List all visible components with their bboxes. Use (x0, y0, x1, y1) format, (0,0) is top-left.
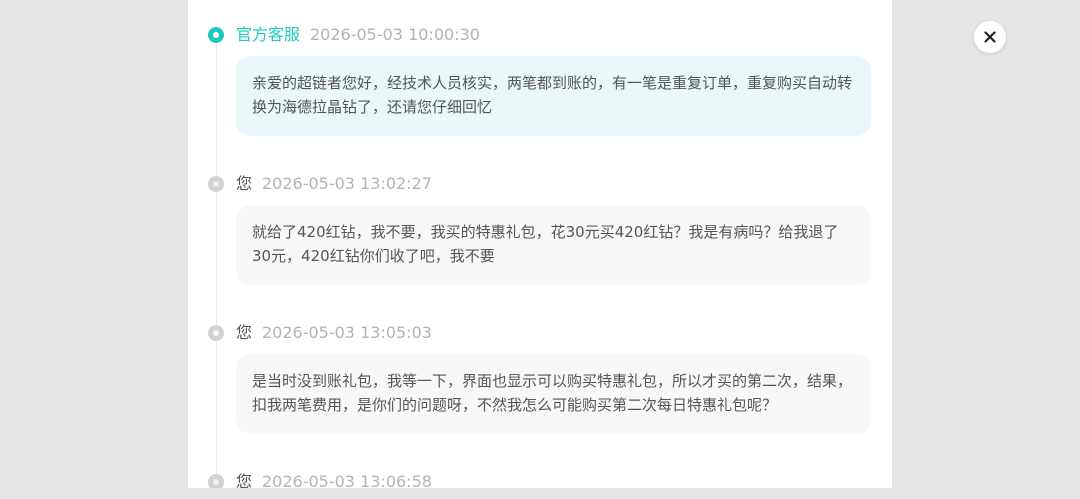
message-timestamp: 2026-05-03 10:00:30 (310, 25, 480, 44)
message-header: 您 2026-05-03 13:06:58 (188, 471, 892, 488)
message-header: 您 2026-05-03 13:05:03 (188, 322, 892, 344)
agent-status-dot-icon (208, 27, 224, 43)
message-bubble: 亲爱的超链者您好，经技术人员核实，两笔都到账的，有一笔是重复订单，重复购买自动转… (236, 56, 871, 136)
message-timestamp: 2026-05-03 13:06:58 (262, 472, 432, 488)
message-sender: 您 (236, 174, 253, 193)
user-status-dot-icon (208, 176, 224, 192)
message-bubble: 就给了420红钻，我不要，我买的特惠礼包，花30元买420红钻？我是有病吗？给我… (236, 205, 871, 285)
message-sender: 您 (236, 323, 253, 342)
message-bubble: 是当时没到账礼包，我等一下，界面也显示可以购买特惠礼包，所以才买的第二次，结果，… (236, 354, 871, 434)
message-sender: 官方客服 (236, 25, 301, 44)
message-sender: 您 (236, 472, 253, 488)
message-header: 官方客服 2026-05-03 10:00:30 (188, 24, 892, 46)
user-status-dot-icon (208, 474, 224, 488)
timeline-line (216, 38, 217, 488)
close-button[interactable] (974, 21, 1006, 53)
chat-history-panel[interactable]: 官方客服 2026-05-03 10:00:30 亲爱的超链者您好，经技术人员核… (188, 0, 892, 488)
user-status-dot-icon (208, 325, 224, 341)
message-timestamp: 2026-05-03 13:05:03 (262, 323, 432, 342)
message-header: 您 2026-05-03 13:02:27 (188, 173, 892, 195)
close-icon (984, 31, 996, 43)
message-timestamp: 2026-05-03 13:02:27 (262, 174, 432, 193)
